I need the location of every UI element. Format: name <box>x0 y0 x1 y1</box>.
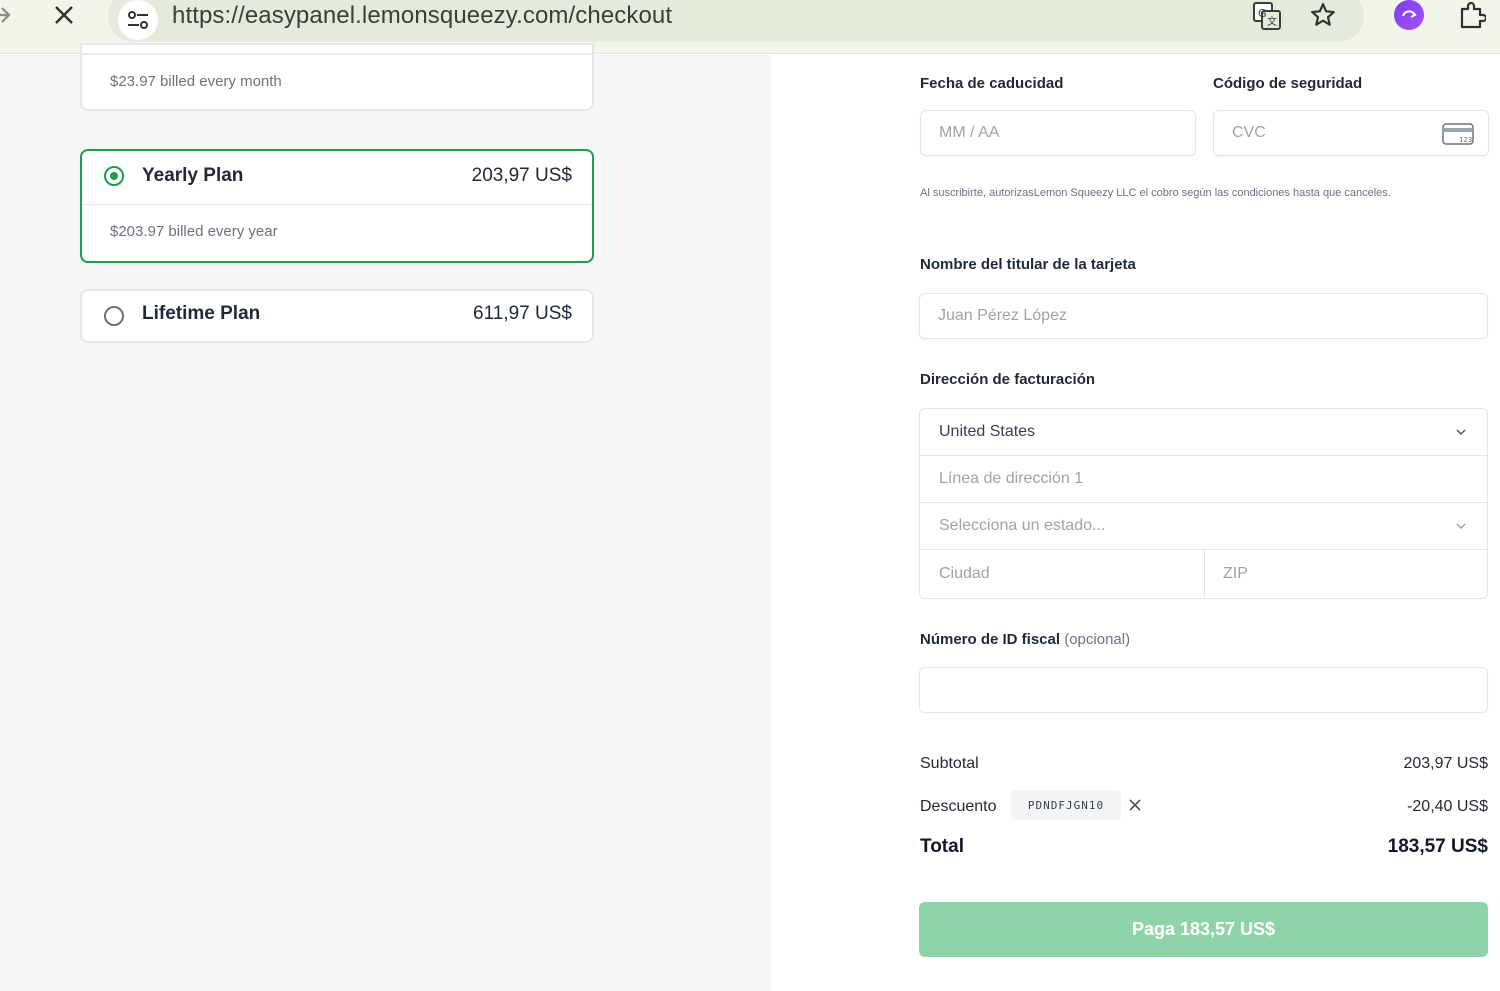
subtotal-label: Subtotal <box>920 755 979 772</box>
tax-id-label-text: Número de ID fiscal <box>920 631 1061 648</box>
lifetime-plan-name: Lifetime Plan <box>142 303 261 324</box>
yearly-plan-card[interactable]: Yearly Plan 203,97 US$ $203.97 billed ev… <box>80 149 594 263</box>
yearly-plan-price: 203,97 US$ <box>471 165 572 186</box>
translate-icon[interactable]: G 文 <box>1250 0 1284 32</box>
state-select[interactable]: Selecciona un estado... <box>920 503 1487 550</box>
site-info-icon[interactable] <box>118 0 158 40</box>
yearly-plan-name: Yearly Plan <box>142 165 244 186</box>
lifetime-plan-price: 611,97 US$ <box>473 303 572 324</box>
cvc-field[interactable]: CVC 123 <box>1213 110 1489 156</box>
forward-arrow-icon[interactable] <box>0 2 14 30</box>
divider <box>82 204 592 205</box>
tax-id-label: Número de ID fiscal (opcional) <box>920 631 1130 648</box>
country-value: United States <box>939 423 1036 440</box>
star-icon[interactable] <box>1306 0 1340 30</box>
chevron-down-icon <box>1456 429 1466 436</box>
city-placeholder: Ciudad <box>939 564 990 582</box>
lifetime-plan-radio[interactable] <box>104 306 124 326</box>
city-zip-row: Ciudad ZIP <box>920 550 1487 597</box>
divider <box>82 53 592 55</box>
zip-field[interactable]: ZIP <box>1205 550 1487 597</box>
svg-text:文: 文 <box>1267 15 1277 28</box>
city-field[interactable]: Ciudad <box>920 550 1204 597</box>
address-line-1-placeholder: Línea de dirección 1 <box>939 470 1084 487</box>
discount-value: -20,40 US$ <box>1407 798 1488 815</box>
expiry-field[interactable]: MM / AA <box>920 110 1196 156</box>
country-select[interactable]: United States <box>920 409 1487 456</box>
pay-button[interactable]: Paga 183,57 US$ <box>919 902 1488 957</box>
cardholder-label: Nombre del titular de la tarjeta <box>920 256 1136 273</box>
address-line-1-field[interactable]: Línea de dirección 1 <box>920 456 1487 503</box>
discount-label: Descuento <box>920 798 997 815</box>
svg-text:123: 123 <box>1459 136 1472 144</box>
coupon-code-badge: PDNDFJGN10 <box>1011 790 1121 820</box>
checkout-form-panel: Fecha de caducidad Código de seguridad M… <box>771 55 1500 991</box>
extension-icon[interactable] <box>1394 0 1424 30</box>
puzzle-icon[interactable] <box>1456 0 1488 30</box>
cvc-label: Código de seguridad <box>1213 75 1363 92</box>
expiry-label: Fecha de caducidad <box>920 75 1064 92</box>
yearly-plan-header[interactable]: Yearly Plan 203,97 US$ <box>82 151 592 205</box>
url-text[interactable]: https://easypanel.lemonsqueezy.com/check… <box>172 2 672 30</box>
subscription-terms: Al suscribirte, autorizasLemon Squeezy L… <box>920 187 1391 199</box>
total-value: 183,57 US$ <box>1387 836 1488 857</box>
remove-coupon-icon[interactable] <box>1127 797 1143 813</box>
yearly-plan-radio[interactable] <box>104 166 124 186</box>
card-cvc-icon: 123 <box>1442 123 1474 145</box>
state-placeholder: Selecciona un estado... <box>939 517 1106 534</box>
lifetime-plan-header[interactable]: Lifetime Plan 611,97 US$ <box>82 291 592 345</box>
zip-placeholder: ZIP <box>1223 564 1248 582</box>
expiry-placeholder: MM / AA <box>939 124 1000 141</box>
total-label: Total <box>920 836 964 857</box>
close-icon[interactable] <box>50 0 78 30</box>
subtotal-value: 203,97 US$ <box>1403 755 1488 772</box>
svg-text:G: G <box>1258 7 1267 20</box>
billing-address-group: United States Línea de dirección 1 Selec… <box>919 408 1488 599</box>
plan-selection-panel: $23.97 billed every month Yearly Plan 20… <box>0 43 771 991</box>
billing-address-label: Dirección de facturación <box>920 371 1096 388</box>
address-bar[interactable]: https://easypanel.lemonsqueezy.com/check… <box>108 0 1364 42</box>
lifetime-plan-card[interactable]: Lifetime Plan 611,97 US$ <box>80 289 594 343</box>
tax-id-field[interactable] <box>919 667 1488 713</box>
monthly-plan-card[interactable]: $23.97 billed every month <box>80 43 594 111</box>
cvc-placeholder: CVC <box>1232 124 1266 141</box>
cardholder-field[interactable]: Juan Pérez López <box>919 293 1488 339</box>
tax-id-optional: (opcional) <box>1064 631 1131 648</box>
monthly-plan-billing: $23.97 billed every month <box>110 73 282 90</box>
yearly-plan-billing: $203.97 billed every year <box>110 223 278 240</box>
cardholder-placeholder: Juan Pérez López <box>938 307 1067 324</box>
chevron-down-icon <box>1456 523 1466 530</box>
